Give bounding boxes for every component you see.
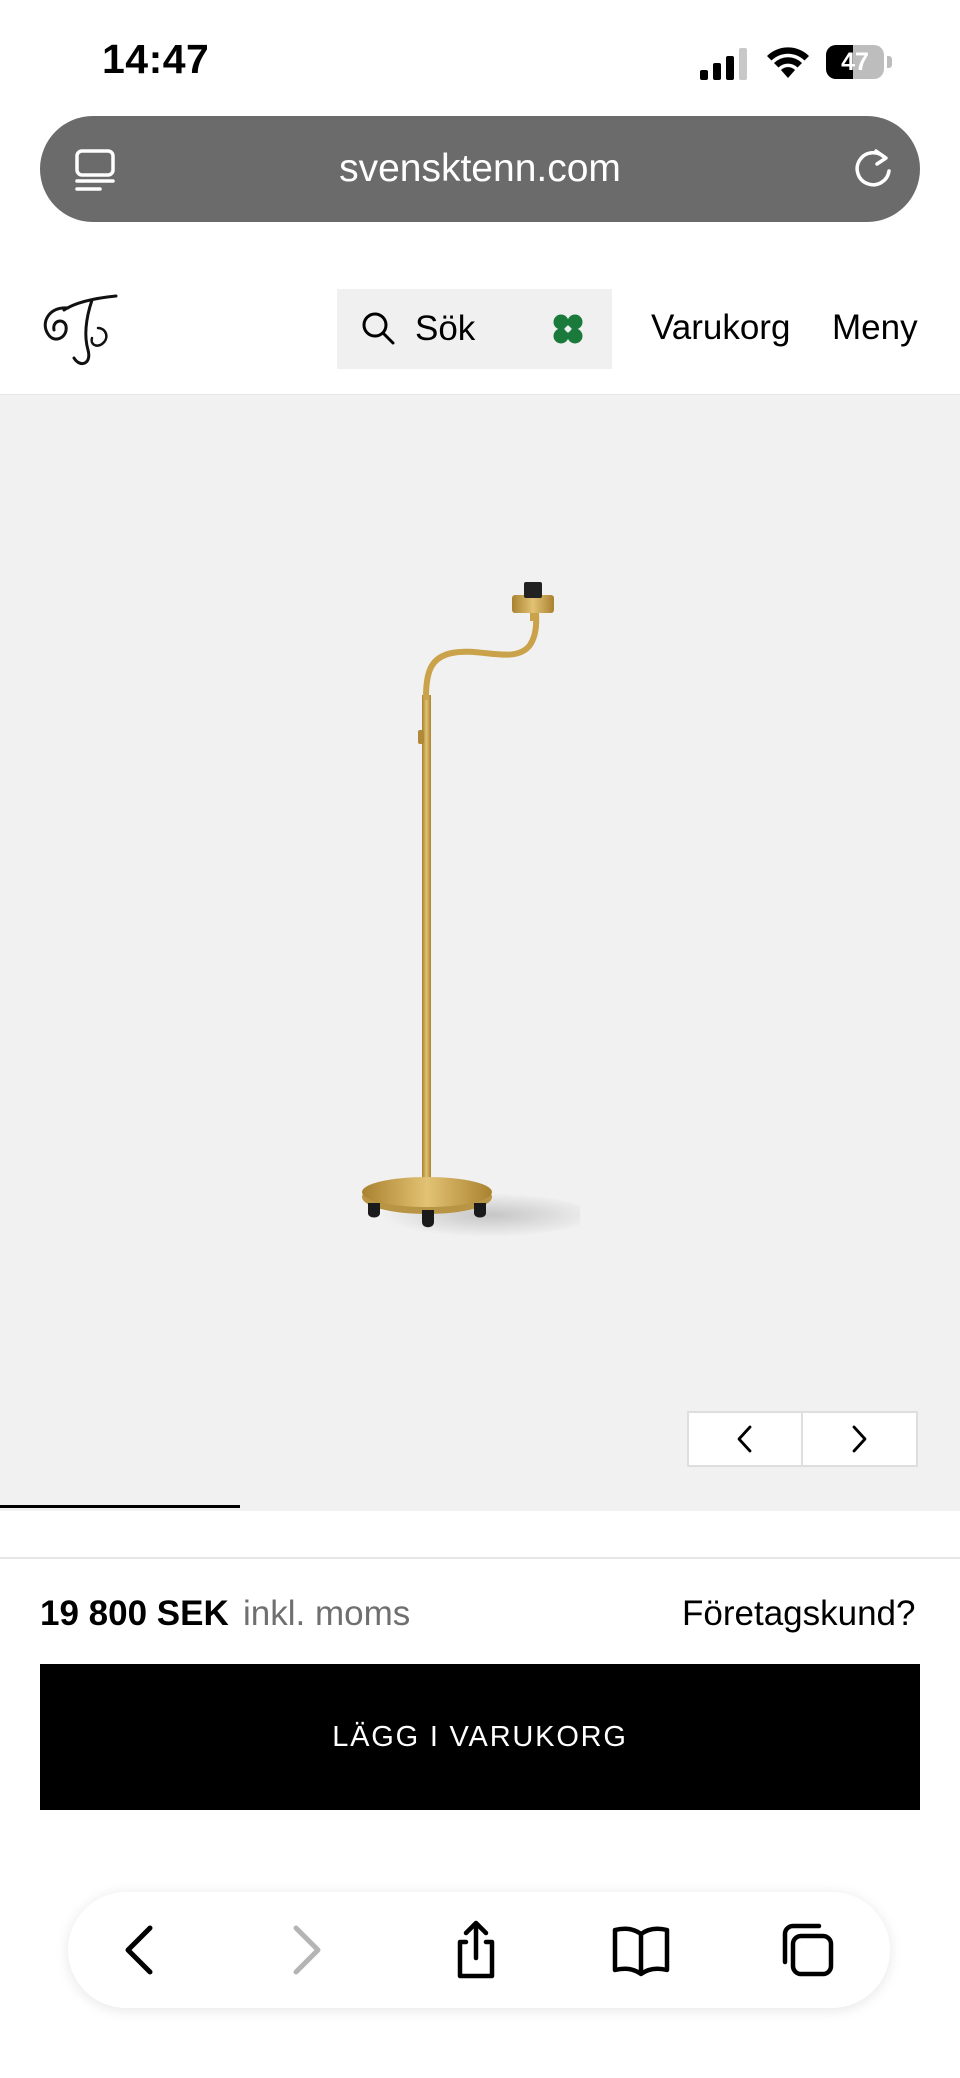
four-leaf-clover-icon [553, 314, 583, 344]
share-icon[interactable] [446, 1920, 506, 1980]
reload-icon[interactable] [852, 147, 894, 191]
browser-toolbar [68, 1892, 890, 2008]
tabs-icon[interactable] [777, 1920, 837, 1980]
menu-link[interactable]: Meny [832, 262, 918, 394]
search-field[interactable]: Sök [337, 289, 612, 369]
product-price: 19 800 SEK [40, 1594, 229, 1633]
gallery-next-button[interactable] [803, 1413, 917, 1465]
chevron-right-icon [852, 1425, 867, 1453]
cellular-signal-icon [700, 48, 747, 80]
add-to-cart-button[interactable]: LÄGG I VARUKORG [40, 1664, 920, 1810]
chevron-left-icon [737, 1425, 752, 1453]
gallery-progress-track [0, 1508, 960, 1511]
search-icon [362, 312, 395, 345]
address-bar[interactable]: svensktenn.com [40, 116, 920, 222]
wifi-icon [767, 47, 809, 78]
price-note: inkl. moms [243, 1594, 411, 1633]
url-text[interactable]: svensktenn.com [40, 116, 920, 222]
back-icon[interactable] [112, 1920, 172, 1980]
forward-icon[interactable] [274, 1920, 334, 1980]
site-header: Sök Varukorg Meny [0, 262, 960, 396]
product-image-gallery[interactable] [0, 395, 960, 1508]
floor-lamp-image [362, 582, 580, 1237]
battery-icon: 47 [826, 45, 894, 79]
add-to-cart-label: LÄGG I VARUKORG [332, 1720, 628, 1753]
divider [0, 1557, 960, 1559]
business-customer-link[interactable]: Företagskund? [682, 1588, 915, 1640]
cart-link[interactable]: Varukorg [651, 262, 790, 394]
status-time: 14:47 [102, 36, 210, 82]
battery-level: 47 [841, 48, 869, 76]
gallery-navigation [687, 1411, 918, 1467]
svenskt-tenn-logo[interactable] [36, 288, 122, 370]
search-label: Sök [415, 309, 476, 348]
gallery-prev-button[interactable] [689, 1413, 803, 1465]
bookmarks-icon[interactable] [611, 1920, 671, 1980]
gallery-progress-bar [0, 1505, 240, 1508]
